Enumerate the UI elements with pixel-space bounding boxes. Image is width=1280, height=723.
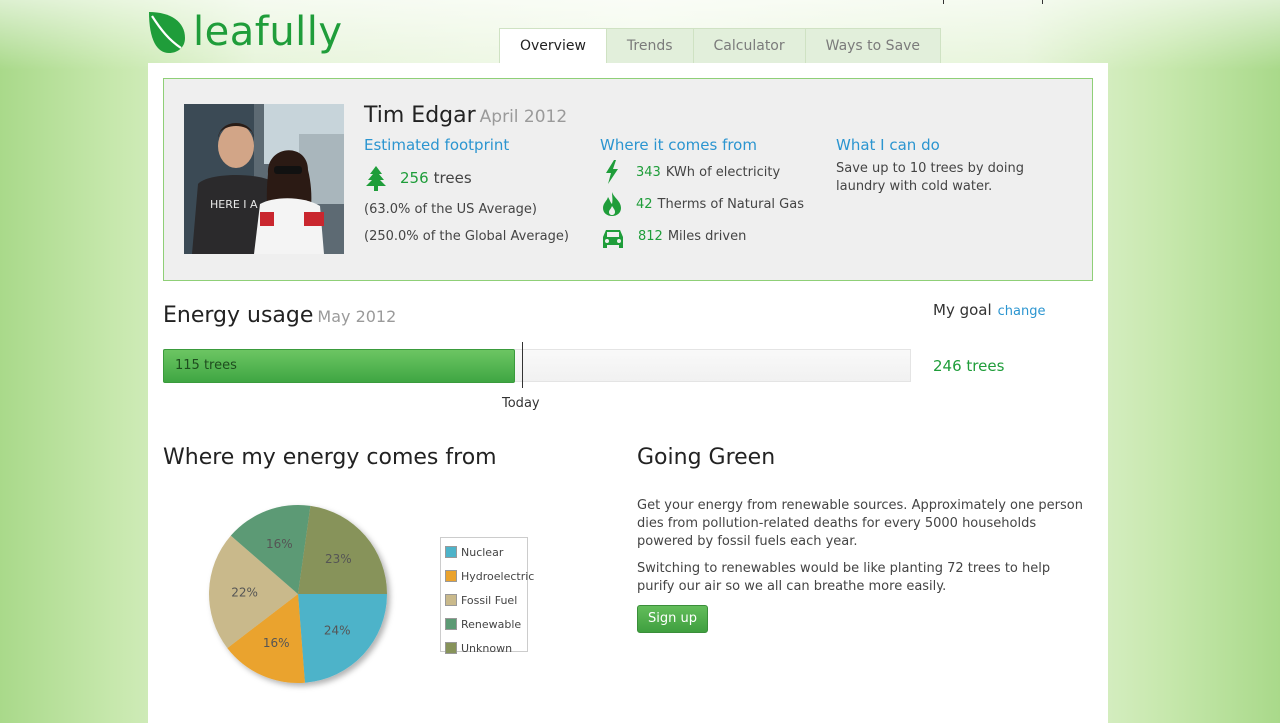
- today-marker: [522, 342, 523, 388]
- legend-item-hydroelectric[interactable]: Hydroelectric: [441, 564, 534, 588]
- tab-trends[interactable]: Trends: [605, 28, 694, 63]
- top-divider: [1042, 0, 1043, 4]
- goal-value: 246 trees: [933, 357, 1005, 375]
- usage-progress-fill: 115 trees: [163, 349, 515, 383]
- legend-item-renewable[interactable]: Renewable: [441, 612, 527, 636]
- tree-icon: [366, 166, 386, 191]
- profile-photo: HERE I A: [184, 104, 344, 254]
- legend-label: Nuclear: [461, 545, 504, 559]
- pie-label: 16%: [266, 537, 293, 551]
- leaf-icon: [149, 12, 185, 53]
- legend-swatch: [445, 594, 457, 606]
- legend-swatch: [445, 546, 457, 558]
- legend-item-fossil-fuel[interactable]: Fossil Fuel: [441, 588, 527, 612]
- sign-up-button[interactable]: Sign up: [637, 605, 708, 633]
- legend-swatch: [445, 618, 457, 630]
- main-tabs: Overview Trends Calculator Ways to Save: [499, 28, 942, 63]
- footprint-trees: 256 trees: [364, 165, 472, 191]
- leafully-logo[interactable]: leafully: [147, 6, 343, 58]
- natural-gas-metric: 42 Therms of Natural Gas: [600, 191, 804, 217]
- legend-swatch: [445, 642, 457, 654]
- pie-slice-unknown[interactable]: [298, 505, 387, 594]
- where-it-comes-from-link[interactable]: Where it comes from: [600, 136, 757, 154]
- miles-driven-label: Miles driven: [667, 228, 747, 244]
- legend-item-unknown[interactable]: Unknown: [441, 636, 527, 660]
- footprint-trees-value: 256: [400, 169, 429, 187]
- svg-text:HERE I A: HERE I A: [210, 198, 258, 211]
- today-label: Today: [502, 396, 540, 411]
- going-green-title: Going Green: [637, 445, 776, 470]
- footprint-trees-unit: trees: [433, 169, 472, 187]
- energy-usage-title-text: Energy usage: [163, 303, 314, 328]
- flame-icon: [603, 192, 621, 216]
- legend-label: Hydroelectric: [461, 569, 535, 583]
- energy-usage-title: Energy usage May 2012: [163, 303, 396, 328]
- logo-text: leafully: [193, 9, 343, 55]
- change-goal-link[interactable]: change: [998, 304, 1046, 319]
- lightning-icon: [606, 160, 618, 184]
- going-green-paragraph-2: Switching to renewables would be like pl…: [637, 561, 1051, 594]
- estimated-footprint-link[interactable]: Estimated footprint: [364, 136, 509, 154]
- miles-driven-metric: 812 Miles driven: [600, 223, 746, 249]
- pie-label: 16%: [263, 636, 290, 650]
- tab-calculator[interactable]: Calculator: [692, 28, 806, 63]
- pie-legend: Nuclear Hydroelectric Fossil Fuel Renewa…: [440, 537, 534, 655]
- tab-overview[interactable]: Overview: [499, 28, 607, 63]
- electricity-metric: 343 KWh of electricity: [600, 159, 780, 185]
- profile-summary: HERE I A Tim Edgar April 2012 Estimated f…: [163, 78, 1093, 281]
- electricity-value: 343: [636, 164, 661, 180]
- legend-swatch: [445, 570, 457, 582]
- energy-pie-chart: 24% 16% 22% 16% 23%: [203, 498, 403, 698]
- what-i-can-do-link[interactable]: What I can do: [836, 136, 940, 154]
- legend-label: Renewable: [461, 617, 522, 631]
- legend-label: Unknown: [461, 641, 513, 655]
- going-green-paragraph-1: Get your energy from renewable sources. …: [637, 498, 1083, 549]
- user-name-text: Tim Edgar: [364, 103, 476, 128]
- top-divider: [943, 0, 944, 4]
- my-goal-label: My goal: [933, 301, 992, 319]
- legend-item-nuclear[interactable]: Nuclear: [441, 540, 527, 564]
- car-icon: [603, 230, 623, 248]
- energy-sources-title: Where my energy comes from: [163, 445, 497, 470]
- tab-ways-to-save[interactable]: Ways to Save: [804, 28, 942, 63]
- pie-slice-nuclear[interactable]: [298, 594, 387, 683]
- pie-label: 24%: [324, 623, 351, 637]
- miles-driven-value: 812: [638, 228, 663, 244]
- natural-gas-label: Therms of Natural Gas: [657, 196, 804, 212]
- user-name: Tim Edgar April 2012: [364, 103, 567, 128]
- electricity-label: KWh of electricity: [665, 164, 781, 180]
- my-goal: My goal change: [933, 301, 1046, 319]
- energy-usage-month: May 2012: [317, 307, 397, 326]
- profile-month: April 2012: [479, 107, 568, 127]
- natural-gas-value: 42: [636, 196, 653, 212]
- main-panel: HERE I A Tim Edgar April 2012 Estimated f…: [148, 63, 1108, 723]
- us-average: (63.0% of the US Average): [364, 202, 537, 217]
- pie-label: 23%: [325, 552, 352, 566]
- pie-label: 22%: [231, 585, 258, 599]
- what-i-can-do-text: Save up to 10 trees by doing laundry wit…: [836, 161, 1024, 194]
- global-average: (250.0% of the Global Average): [364, 229, 569, 244]
- legend-label: Fossil Fuel: [461, 593, 518, 607]
- usage-progress-label: 115 trees: [175, 358, 237, 373]
